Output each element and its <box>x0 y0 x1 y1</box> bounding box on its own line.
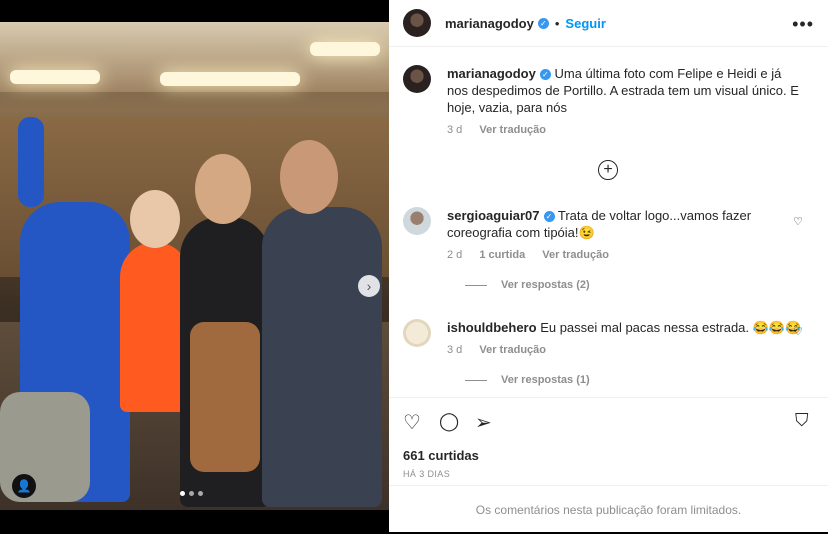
author-avatar[interactable] <box>403 9 431 37</box>
post-photo[interactable]: › 👤 <box>0 22 389 510</box>
comment-icon[interactable]: ◯ <box>439 411 459 432</box>
bookmark-icon[interactable]: ⛉ <box>795 410 809 431</box>
post-date: HÁ 3 DIAS <box>403 469 451 479</box>
comment-likes[interactable]: 1 curtida <box>479 249 525 261</box>
comment-time: 3 d <box>447 344 463 356</box>
user-tag-icon[interactable]: 👤 <box>12 474 36 498</box>
comment-translate-link[interactable]: Ver tradução <box>542 249 609 261</box>
comment-body: sergioaguiar07 ✓ Trata de voltar logo...v… <box>447 207 803 241</box>
comment-avatar[interactable] <box>403 207 431 235</box>
comment-username[interactable]: sergioaguiar07 <box>447 208 540 223</box>
actions-bar: ♡ ◯ ➢ ⛉ 661 curtidas HÁ 3 DIAS Os coment… <box>389 397 828 533</box>
verified-badge-icon: ✓ <box>539 69 551 80</box>
follow-button[interactable]: Seguir <box>565 16 605 31</box>
comment-body: ishouldbehero Eu passei mal pacas nessa … <box>447 319 803 336</box>
caption-translate-link[interactable]: Ver tradução <box>479 124 546 136</box>
comment-meta: 3 d Ver tradução <box>447 344 803 356</box>
carousel-next-button[interactable]: › <box>358 275 380 297</box>
caption-avatar[interactable] <box>403 65 431 93</box>
caption-body: marianagodoy ✓ Uma última foto com Felipe… <box>447 65 803 116</box>
person-head <box>195 154 251 224</box>
person-gray-vest <box>262 207 382 507</box>
carousel-dots <box>180 491 203 496</box>
more-options-button[interactable]: ••• <box>792 14 814 35</box>
person-head <box>280 140 338 214</box>
view-replies-button[interactable]: Ver respostas (1) <box>465 374 803 386</box>
comment-translate-link[interactable]: Ver tradução <box>479 344 546 356</box>
comment-item: ishouldbehero Eu passei mal pacas nessa … <box>403 319 803 386</box>
comment-meta: 2 d 1 curtida Ver tradução <box>447 249 803 261</box>
brown-bag <box>190 322 260 472</box>
ceiling-light <box>10 70 100 84</box>
caption-meta: 3 d Ver tradução <box>447 124 803 136</box>
comment-username[interactable]: ishouldbehero <box>447 320 537 335</box>
view-replies-button[interactable]: Ver respostas (2) <box>465 279 803 291</box>
comment-item: sergioaguiar07 ✓ Trata de voltar logo...v… <box>403 207 803 291</box>
caption-time: 3 d <box>447 124 463 136</box>
likes-count[interactable]: 661 curtidas <box>403 448 479 463</box>
carousel-dot <box>198 491 203 496</box>
heart-icon[interactable]: ♡ <box>403 410 421 435</box>
post-header: marianagodoy ✓ • Seguir ••• <box>389 0 828 47</box>
header-separator: • <box>554 15 560 31</box>
caption-username[interactable]: marianagodoy <box>447 66 536 81</box>
verified-badge-icon: ✓ <box>537 17 549 29</box>
comments-limited-notice: Os comentários nesta publicação foram li… <box>389 485 828 534</box>
author-username[interactable]: marianagodoy <box>445 16 534 31</box>
person-head <box>130 190 180 248</box>
carousel-dot <box>189 491 194 496</box>
comment-like-heart-icon[interactable]: ♡ <box>793 215 803 228</box>
person-raised-arm <box>18 117 44 207</box>
comment-time: 2 d <box>447 249 463 261</box>
comment-like-heart-icon[interactable]: ♡ <box>793 325 803 338</box>
post-details-panel: marianagodoy ✓ • Seguir ••• marianagodoy… <box>389 0 828 532</box>
carousel-dot <box>180 491 185 496</box>
ceiling-light <box>160 72 300 86</box>
comments-section: marianagodoy ✓ Uma última foto com Felipe… <box>389 47 828 395</box>
share-icon[interactable]: ➢ <box>475 410 492 435</box>
verified-badge-icon: ✓ <box>543 211 555 222</box>
load-more-icon[interactable]: + <box>598 160 618 180</box>
comment-text: Eu passei mal pacas nessa estrada. 😂😂😂 <box>540 320 802 335</box>
caption: marianagodoy ✓ Uma última foto com Felipe… <box>403 65 803 136</box>
comment-avatar[interactable] <box>403 319 431 347</box>
ceiling-light <box>310 42 380 56</box>
